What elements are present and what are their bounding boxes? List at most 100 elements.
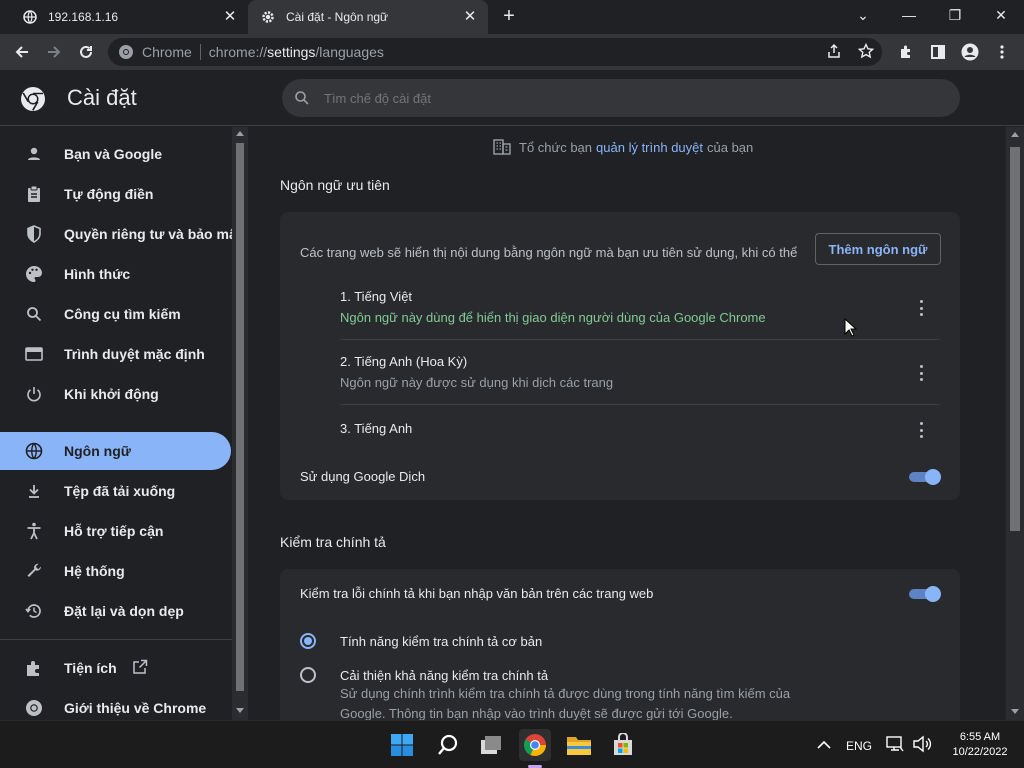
tab-title: 192.168.1.16 — [48, 10, 119, 24]
download-icon — [24, 481, 44, 501]
close-window-button[interactable]: ✕ — [978, 0, 1024, 30]
more-options-icon[interactable] — [918, 365, 924, 381]
sidebar-item-on-startup[interactable]: Khi khởi động — [0, 375, 231, 413]
external-link-icon — [132, 659, 148, 678]
file-explorer-button[interactable] — [563, 729, 595, 761]
person-icon — [24, 144, 44, 164]
mouse-cursor-icon — [844, 318, 858, 337]
add-language-button[interactable]: Thêm ngôn ngữ — [815, 233, 941, 265]
tab-title: Cài đặt - Ngôn ngữ — [286, 10, 389, 24]
tab-search-icon[interactable]: ⌄ — [840, 0, 886, 30]
side-panel-icon[interactable] — [926, 40, 950, 64]
windows-taskbar: ENG 6:55 AM 10/22/2022 — [0, 720, 1024, 768]
gear-icon — [260, 9, 276, 25]
settings-main: Tổ chức bạn quản lý trình duyệt của bạn … — [248, 127, 1006, 720]
search-icon — [438, 734, 458, 755]
wrench-icon — [24, 561, 44, 581]
microsoft-store-button[interactable] — [607, 729, 639, 761]
chrome-icon — [119, 45, 133, 59]
start-button[interactable] — [386, 729, 418, 761]
sidebar-item-system[interactable]: Hệ thống — [0, 552, 231, 590]
reload-button[interactable] — [74, 40, 98, 64]
scroll-up-arrow[interactable] — [236, 131, 244, 136]
sidebar-item-reset[interactable]: Đặt lại và dọn dẹp — [0, 592, 231, 630]
managed-notice: Tổ chức bạn quản lý trình duyệt của bạn — [493, 139, 753, 155]
sidebar-item-accessibility[interactable]: Hỗ trợ tiếp cận — [0, 512, 231, 550]
spell-check-label: Kiểm tra lỗi chính tả khi bạn nhập văn b… — [300, 586, 654, 601]
spell-check-toggle[interactable] — [909, 586, 941, 602]
enhanced-spell-check-description: Sử dụng chính trình kiểm tra chính tả đư… — [340, 686, 791, 720]
language-note: Ngôn ngữ này được sử dụng khi dịch các t… — [340, 375, 614, 390]
new-tab-button[interactable]: + — [498, 6, 520, 28]
spell-check-card: Kiểm tra lỗi chính tả khi bạn nhập văn b… — [280, 569, 960, 720]
restore-button[interactable]: ❐ — [932, 0, 978, 30]
input-language-indicator[interactable]: ENG — [846, 739, 872, 753]
profile-avatar-icon[interactable] — [958, 40, 982, 64]
close-tab-icon[interactable]: ✕ — [222, 9, 238, 25]
back-button[interactable] — [10, 40, 34, 64]
sidebar-item-search-engine[interactable]: Công cụ tìm kiếm — [0, 295, 231, 333]
site-chip-label: Chrome — [142, 44, 192, 60]
row-divider — [340, 404, 940, 405]
forward-button[interactable] — [42, 40, 66, 64]
sidebar-item-appearance[interactable]: Hình thức — [0, 255, 231, 293]
page-title: Cài đặt — [67, 85, 137, 110]
row-divider — [340, 339, 940, 340]
site-chip[interactable]: Chrome — [108, 44, 192, 60]
sidebar-item-autofill[interactable]: Tự động điền — [0, 175, 231, 213]
chrome-menu-icon[interactable] — [990, 40, 1014, 64]
sidebar-item-languages[interactable]: Ngôn ngữ — [0, 432, 231, 470]
address-bar[interactable]: Chrome chrome://settings/languages — [108, 38, 882, 66]
main-scroll-thumb[interactable] — [1010, 147, 1020, 531]
language-row: 2. Tiếng Anh (Hoa Kỳ) Ngôn ngữ này được … — [340, 354, 940, 390]
power-icon — [24, 384, 44, 404]
sidebar-scroll-thumb[interactable] — [236, 143, 244, 691]
taskbar-chrome-button[interactable] — [519, 729, 551, 761]
share-icon[interactable] — [826, 43, 842, 59]
system-clock[interactable]: 6:55 AM 10/22/2022 — [940, 730, 1020, 760]
close-tab-icon[interactable]: ✕ — [462, 9, 478, 25]
globe-icon — [24, 441, 44, 461]
extensions-icon[interactable] — [894, 40, 918, 64]
scroll-down-arrow[interactable] — [1011, 709, 1019, 714]
scroll-up-arrow[interactable] — [1011, 132, 1019, 137]
chrome-logo-icon — [21, 87, 45, 111]
settings-search[interactable] — [282, 79, 960, 117]
globe-icon — [22, 9, 38, 25]
sidebar-item-privacy[interactable]: Quyền riêng tư và bảo mật — [0, 215, 241, 253]
chrome-icon — [524, 734, 546, 756]
taskbar-search-button[interactable] — [432, 729, 464, 761]
preferred-languages-card: Các trang web sẽ hiển thị nội dung bằng … — [280, 212, 960, 500]
browser-toolbar: Chrome chrome://settings/languages — [0, 34, 1024, 70]
search-input[interactable] — [324, 90, 884, 106]
sidebar-item-extensions[interactable]: Tiện ích — [0, 649, 231, 687]
chrome-icon — [24, 698, 44, 718]
shield-icon — [24, 224, 44, 244]
tab-ip-address[interactable]: 192.168.1.16 ✕ — [12, 0, 248, 34]
manage-browser-link[interactable]: quản lý trình duyệt — [596, 140, 703, 155]
clock-time: 6:55 AM — [959, 731, 1001, 743]
basic-spell-check-radio[interactable] — [300, 633, 316, 649]
chevron-up-icon[interactable] — [817, 737, 831, 755]
accessibility-icon — [24, 521, 44, 541]
url-text: chrome://settings/languages — [208, 44, 384, 60]
sidebar-item-you-and-google[interactable]: Bạn và Google — [0, 135, 231, 173]
minimize-button[interactable]: — — [886, 0, 932, 30]
folder-icon — [567, 737, 591, 755]
task-view-icon — [481, 736, 501, 754]
bookmark-star-icon[interactable] — [858, 43, 874, 59]
more-options-icon[interactable] — [918, 422, 924, 438]
tab-settings[interactable]: Cài đặt - Ngôn ngữ ✕ — [248, 0, 488, 34]
language-name: 2. Tiếng Anh (Hoa Kỳ) — [340, 354, 468, 369]
enhanced-spell-check-radio[interactable] — [300, 667, 316, 683]
clock-date: 10/22/2022 — [952, 746, 1008, 758]
restore-icon — [24, 601, 44, 621]
google-translate-toggle[interactable] — [909, 469, 941, 485]
volume-icon[interactable] — [912, 735, 932, 758]
network-icon[interactable] — [886, 735, 904, 758]
sidebar-item-downloads[interactable]: Tệp đã tải xuống — [0, 472, 231, 510]
sidebar-item-default-browser[interactable]: Trình duyệt mặc định — [0, 335, 231, 373]
task-view-button[interactable] — [475, 729, 507, 761]
scroll-down-arrow[interactable] — [236, 708, 244, 713]
more-options-icon[interactable] — [918, 300, 924, 316]
